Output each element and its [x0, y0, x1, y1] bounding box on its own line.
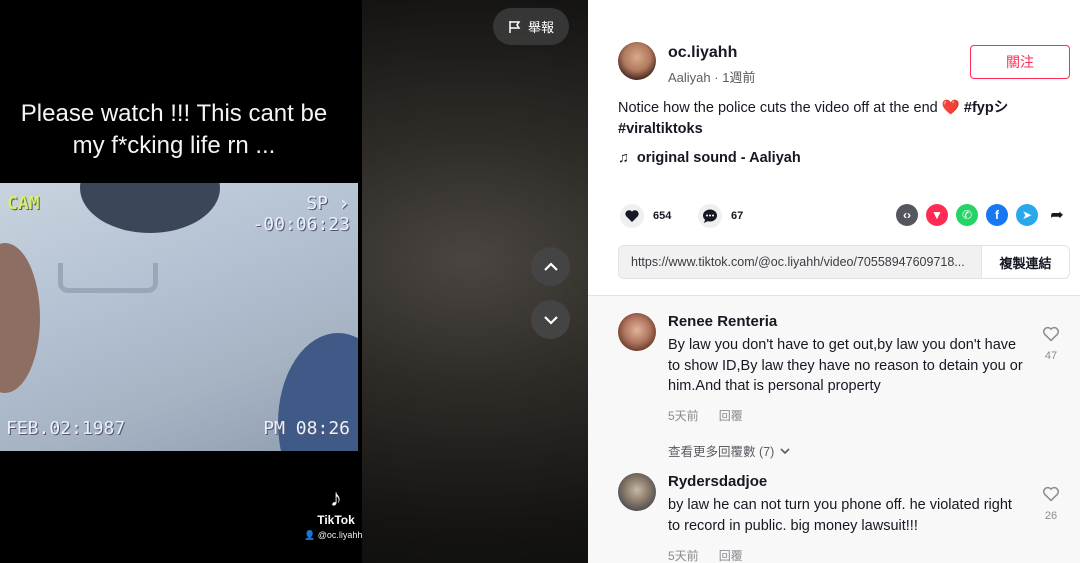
- description-text: Notice how the police cuts the video off…: [618, 100, 938, 116]
- vcr-date: FEB.02:1987: [6, 418, 126, 439]
- footage-shape: [0, 243, 40, 393]
- comment-meta: 5天前 回覆: [668, 547, 743, 563]
- meta-separator: ·: [710, 70, 723, 85]
- comment-like-count: 26: [1044, 510, 1058, 522]
- heart-icon: [620, 204, 644, 228]
- share-url[interactable]: https://www.tiktok.com/@oc.liyahh/video/…: [619, 255, 981, 269]
- report-button[interactable]: 舉報: [493, 8, 569, 45]
- vcr-cam-label: CAM: [7, 193, 40, 214]
- like-button[interactable]: 654: [620, 204, 671, 228]
- video-info-panel: oc.liyahh Aaliyah · 1週前 關注 Notice how th…: [588, 0, 1080, 563]
- chevron-down-icon: [543, 315, 558, 325]
- video-frame: Please watch !!! This cant be my f*cking…: [0, 0, 362, 563]
- flag-icon: [509, 20, 521, 33]
- reply-button[interactable]: 回覆: [719, 547, 743, 563]
- footage-door-handle: [58, 263, 158, 293]
- comment-count: 67: [731, 210, 744, 222]
- watermark-username: @oc.liyahh: [317, 530, 363, 540]
- vcr-time: PM 08:26: [263, 418, 350, 439]
- hashtag-fyp[interactable]: #fypシ: [964, 100, 1008, 116]
- comment-time: 5天前: [668, 409, 699, 423]
- commenter-avatar[interactable]: [618, 313, 656, 351]
- commenter-username[interactable]: Renee Renteria: [668, 313, 777, 330]
- commenter-username[interactable]: Rydersdadjoe: [668, 473, 767, 490]
- vcr-mode: SP: [306, 193, 328, 214]
- comment-like-count: 47: [1044, 350, 1058, 362]
- commenter-avatar[interactable]: [618, 473, 656, 511]
- chevron-up-icon: [543, 261, 558, 271]
- reply-button[interactable]: 回覆: [719, 407, 743, 424]
- vcr-play-symbol: ›: [337, 191, 350, 215]
- music-link[interactable]: ♫ original sound - Aaliyah: [618, 150, 801, 166]
- previous-video-button[interactable]: [531, 247, 570, 286]
- embed-icon[interactable]: ‹›: [896, 204, 918, 226]
- video-caption: Please watch !!! This cant be my f*cking…: [20, 100, 328, 159]
- comment-like-button[interactable]: 47: [1041, 325, 1061, 362]
- share-link-box: https://www.tiktok.com/@oc.liyahh/video/…: [618, 245, 1070, 279]
- comment-text: by law he can not turn you phone off. he…: [668, 497, 1012, 534]
- footage-shape: [80, 183, 220, 233]
- share-actions: ‹› ▼ ✆ f ➤ ➦: [896, 204, 1068, 226]
- comment-time: 5天前: [668, 549, 699, 563]
- comment-meta: 5天前 回覆: [668, 407, 743, 424]
- heart-emoji: ❤️: [941, 100, 960, 116]
- video-player[interactable]: Please watch !!! This cant be my f*cking…: [0, 0, 588, 563]
- comment-like-button[interactable]: 26: [1041, 485, 1061, 522]
- camcorder-footage: CAM SP › -00:06:23 FEB.02:1987 PM 08:26: [0, 183, 358, 451]
- author-username[interactable]: oc.liyahh: [668, 44, 737, 62]
- post-time: 1週前: [722, 70, 756, 85]
- whatsapp-icon[interactable]: ✆: [956, 204, 978, 226]
- heart-outline-icon: [1043, 486, 1059, 502]
- view-replies-label: 查看更多回覆數 (7): [668, 445, 775, 459]
- author-avatar[interactable]: [618, 42, 656, 80]
- view-replies-button[interactable]: 查看更多回覆數 (7): [668, 441, 791, 460]
- report-label: 舉報: [527, 20, 554, 35]
- hashtag-viraltiktoks[interactable]: #viraltiktoks: [618, 121, 703, 137]
- telegram-icon[interactable]: ➤: [1016, 204, 1038, 226]
- comment-button[interactable]: 67: [698, 204, 743, 228]
- follow-button[interactable]: 關注: [970, 45, 1070, 79]
- facebook-icon[interactable]: f: [986, 204, 1008, 226]
- music-note-icon: ♫: [618, 150, 629, 166]
- comment-item: Rydersdadjoe by law he can not turn you …: [618, 473, 1063, 563]
- tiktok-share-icon[interactable]: ▼: [926, 204, 948, 226]
- copy-link-button[interactable]: 複製連結: [981, 246, 1069, 278]
- forward-icon[interactable]: ➦: [1046, 204, 1068, 226]
- next-video-button[interactable]: [531, 300, 570, 339]
- author-display-name: Aaliyah: [668, 70, 711, 85]
- comment-item: Renee Renteria By law you don't have to …: [618, 313, 1063, 463]
- person-icon: 👤: [304, 530, 316, 540]
- vcr-counter: -00:06:23: [252, 214, 350, 235]
- watermark-brand: TikTok: [317, 513, 355, 527]
- like-count: 654: [653, 210, 672, 222]
- tiktok-logo-icon: ♪: [330, 485, 342, 512]
- chevron-down-icon: [780, 447, 790, 454]
- video-description: Notice how the police cuts the video off…: [618, 98, 1058, 140]
- comment-icon: [698, 204, 722, 228]
- music-title: original sound - Aaliyah: [636, 150, 801, 166]
- tiktok-watermark: ♪ TikTok: [306, 485, 366, 528]
- author-meta: Aaliyah · 1週前: [668, 67, 755, 86]
- watermark-user: 👤 @oc.liyahh: [304, 530, 362, 541]
- heart-outline-icon: [1043, 326, 1059, 342]
- comment-text: By law you don't have to get out,by law …: [668, 337, 1023, 394]
